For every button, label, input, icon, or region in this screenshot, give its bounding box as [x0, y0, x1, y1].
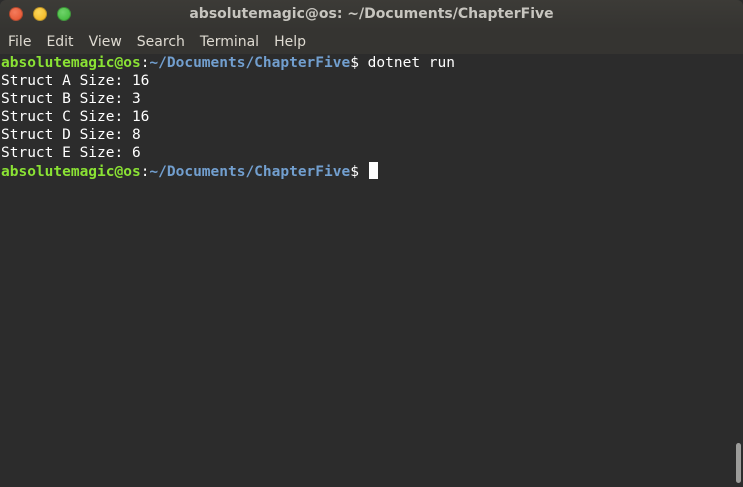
output-line: Struct E Size: 6: [1, 145, 141, 161]
prompt-path: ~/Documents/ChapterFive: [149, 164, 351, 180]
title-bar[interactable]: absolutemagic@os: ~/Documents/ChapterFiv…: [0, 0, 743, 30]
menu-help[interactable]: Help: [267, 34, 313, 50]
command-text: dotnet run: [358, 55, 455, 71]
menu-bar: File Edit View Search Terminal Help: [0, 30, 743, 54]
output-line: Struct D Size: 8: [1, 127, 141, 143]
output-line: Struct B Size: 3: [1, 91, 141, 107]
menu-view[interactable]: View: [82, 34, 129, 50]
menu-terminal[interactable]: Terminal: [193, 34, 266, 50]
output-line: Struct C Size: 16: [1, 109, 150, 125]
menu-file[interactable]: File: [1, 34, 38, 50]
text-cursor: [368, 162, 378, 179]
scrollbar[interactable]: [733, 54, 743, 487]
command-line: absolutemagic@os:~/Documents/ChapterFive…: [0, 54, 733, 72]
window-title: absolutemagic@os: ~/Documents/ChapterFiv…: [189, 6, 554, 22]
output-line: Struct A Size: 16: [1, 73, 150, 89]
prompt-user: absolutemagic@os: [1, 55, 141, 71]
scrollbar-thumb[interactable]: [736, 443, 741, 483]
prompt-path: ~/Documents/ChapterFive: [149, 55, 351, 71]
prompt-symbol: $: [350, 164, 359, 180]
menu-search[interactable]: Search: [130, 34, 192, 50]
prompt-symbol: $: [350, 55, 359, 71]
prompt-user: absolutemagic@os: [1, 164, 141, 180]
terminal-output[interactable]: absolutemagic@os:~/Documents/ChapterFive…: [0, 54, 733, 487]
menu-edit[interactable]: Edit: [39, 34, 80, 50]
prompt-line: absolutemagic@os:~/Documents/ChapterFive…: [0, 162, 733, 180]
terminal-window: absolutemagic@os: ~/Documents/ChapterFiv…: [0, 0, 743, 487]
